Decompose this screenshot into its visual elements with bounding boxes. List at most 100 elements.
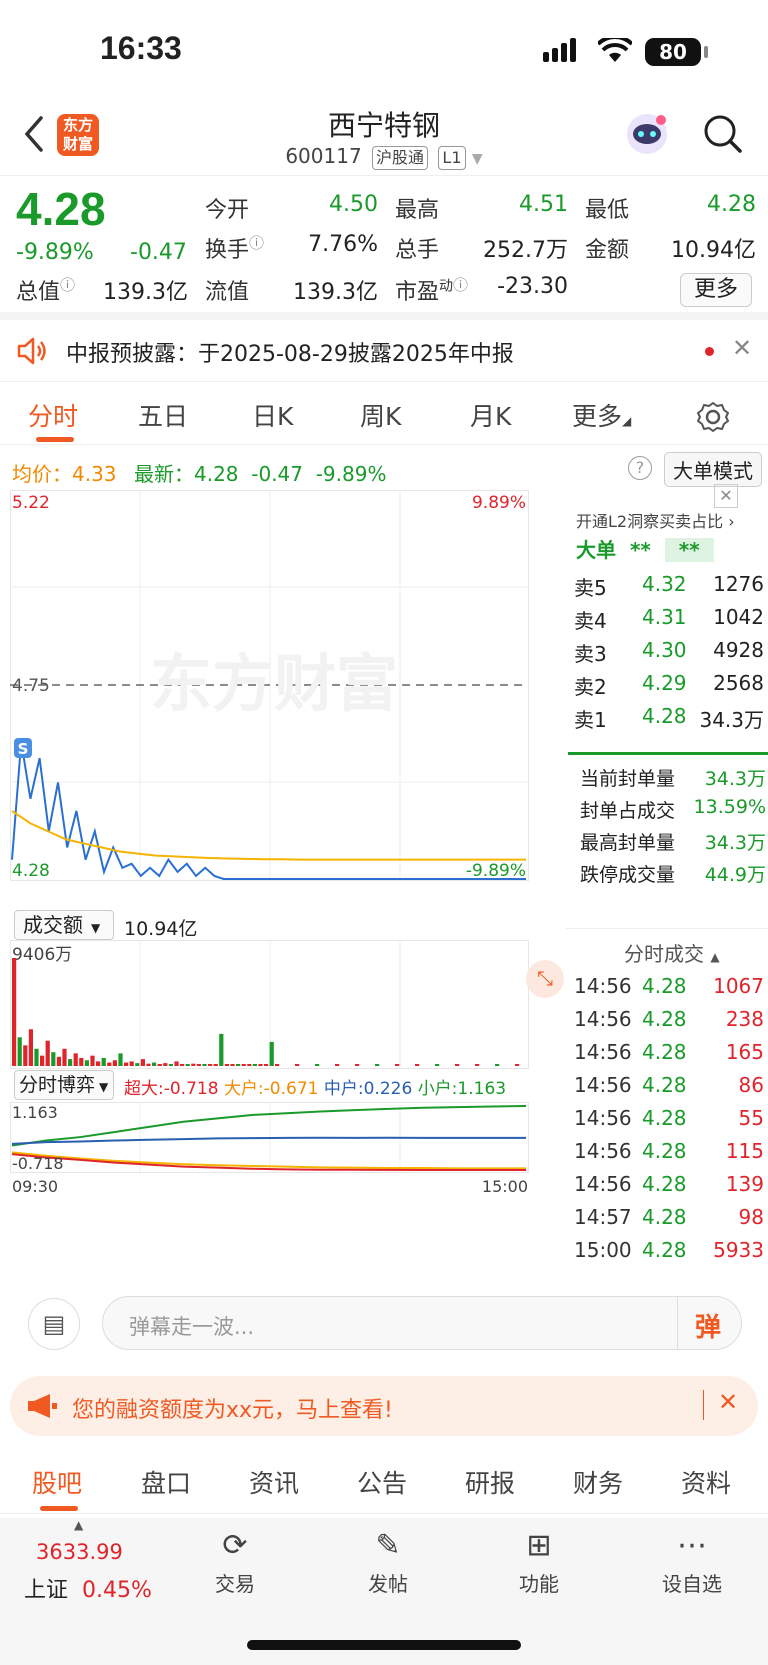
tab-weekly-k[interactable]: 周K bbox=[360, 397, 401, 433]
info-icon[interactable]: ⓘ bbox=[60, 276, 75, 294]
tab-announcements[interactable]: 公告 bbox=[357, 1464, 407, 1500]
axis-bottom-label: 4.28 bbox=[12, 861, 50, 881]
big-order-row: 大单 ** ** bbox=[576, 534, 714, 563]
volume-bar bbox=[140, 1059, 145, 1066]
price-chart[interactable]: 东方财富5.224.754.289.89%-9.89%S bbox=[10, 490, 563, 910]
status-bar: 16:33 80 bbox=[0, 0, 768, 100]
stat-value: 34.3万 bbox=[704, 768, 766, 790]
volume-bar bbox=[236, 1064, 241, 1066]
low-value: 4.28 bbox=[707, 192, 756, 217]
add-watchlist-button[interactable]: ⋯ 设自选 bbox=[637, 1528, 747, 1597]
trade-price: 4.28 bbox=[642, 1238, 687, 1262]
dropdown-icon[interactable]: ▼ bbox=[472, 151, 483, 167]
trades-title[interactable]: 分时成交 ▲ bbox=[624, 938, 720, 967]
index-value[interactable]: 3633.99 bbox=[36, 1540, 123, 1564]
pe-label: 市盈动ⓘ bbox=[395, 276, 469, 305]
search-icon[interactable] bbox=[703, 114, 743, 154]
volume-bar bbox=[196, 1064, 201, 1066]
volume-max-label: 9406万 bbox=[12, 945, 72, 965]
tab-profile[interactable]: 资料 bbox=[681, 1464, 731, 1500]
settings-icon[interactable] bbox=[697, 401, 729, 433]
earnings-notice[interactable]: 中报预披露：于2025-08-29披露2025年中报 ✕ bbox=[0, 320, 768, 382]
functions-button[interactable]: ⊞ 功能 bbox=[484, 1528, 594, 1597]
tab-financials[interactable]: 财务 bbox=[573, 1464, 623, 1500]
amount-label: 金额 bbox=[585, 238, 630, 263]
close-icon[interactable]: ✕ bbox=[732, 334, 752, 362]
volume-bar bbox=[455, 1064, 460, 1066]
index-row[interactable]: 上证 0.45% bbox=[24, 1572, 152, 1604]
trade-time: 14:56 bbox=[574, 1172, 632, 1196]
more-dots-icon: ⋯ bbox=[677, 1528, 707, 1563]
more-quote-button[interactable]: 更多 bbox=[680, 273, 752, 307]
banner-close-icon[interactable]: ✕ bbox=[718, 1388, 738, 1416]
info-icon[interactable]: ⓘ bbox=[249, 234, 264, 252]
trade-volume: 165 bbox=[725, 1040, 764, 1064]
tab-forum[interactable]: 股吧 bbox=[32, 1464, 82, 1500]
tab-daily-k[interactable]: 日K bbox=[252, 397, 293, 433]
volume-bar bbox=[264, 1064, 269, 1066]
volume-bar bbox=[224, 1064, 229, 1066]
trade-price: 4.28 bbox=[642, 1073, 687, 1097]
trade-volume: 86 bbox=[738, 1073, 764, 1097]
volume-bar bbox=[135, 1063, 140, 1066]
flow-selector[interactable]: 分时博弈 ▼ bbox=[14, 1070, 114, 1100]
post-button[interactable]: ✎ 发帖 bbox=[333, 1528, 443, 1597]
tab-intraday[interactable]: 分时 bbox=[28, 397, 78, 433]
big-order-mode-button[interactable]: 大单模式 bbox=[664, 452, 762, 487]
stat-label: 当前封单量 bbox=[580, 768, 676, 790]
danmu-settings-icon[interactable]: ▤ bbox=[28, 1298, 80, 1350]
current-price: 4.28 bbox=[16, 183, 106, 235]
high-label: 最高 bbox=[395, 198, 440, 223]
side-close-icon[interactable]: ✕ bbox=[714, 484, 738, 508]
volume-bar bbox=[124, 1062, 129, 1066]
volume-chart[interactable]: 9406万 bbox=[10, 940, 563, 1070]
tab-more[interactable]: 更多◢ bbox=[572, 397, 631, 433]
volume-bar bbox=[84, 1060, 89, 1066]
ask-label: 卖2 bbox=[574, 675, 607, 699]
expand-icon[interactable]: ⤡ bbox=[526, 960, 564, 998]
trade-button[interactable]: ⟳ 交易 bbox=[180, 1528, 290, 1597]
trade-price: 4.28 bbox=[642, 974, 687, 998]
latest-price: 最新：4.28 -0.47 -9.89% bbox=[134, 462, 387, 486]
info-icon[interactable]: ⓘ bbox=[453, 276, 468, 294]
robot-assistant-icon[interactable] bbox=[625, 112, 669, 156]
ask-row: 卖5 4.32 1276 bbox=[566, 568, 768, 601]
volume-bar bbox=[241, 1064, 246, 1066]
trade-volume: 115 bbox=[725, 1139, 764, 1163]
mid-flow-line bbox=[11, 1136, 526, 1145]
volume-bar bbox=[355, 1064, 360, 1066]
quote-panel: 4.28 -9.89% -0.47 今开 4.50 最高 4.51 最低 4.2… bbox=[0, 178, 768, 320]
stat-value: 13.59% bbox=[693, 796, 766, 818]
trade-volume: 139 bbox=[725, 1172, 764, 1196]
tab-research[interactable]: 研报 bbox=[465, 1464, 515, 1500]
danmu-send-button[interactable]: 弹 bbox=[695, 1307, 721, 1344]
trade-time: 14:56 bbox=[574, 1073, 632, 1097]
float-label: 流值 bbox=[205, 280, 250, 305]
limit-stat-row: 封单占成交 13.59% bbox=[566, 792, 768, 825]
volume-bar bbox=[375, 1064, 380, 1066]
tab-monthly-k[interactable]: 月K bbox=[470, 397, 511, 433]
help-icon[interactable]: ? bbox=[628, 456, 652, 480]
danmu-input[interactable]: 弹幕走一波... 弹 bbox=[102, 1296, 742, 1350]
ask-volume: 1276 bbox=[713, 572, 764, 596]
l2-promo[interactable]: 开通L2洞察买卖占比 › bbox=[576, 508, 735, 532]
status-time: 16:33 bbox=[100, 30, 182, 66]
divider bbox=[566, 928, 768, 929]
ask-row: 卖1 4.28 34.3万 bbox=[566, 700, 768, 733]
subtab-indicator bbox=[40, 1506, 78, 1511]
volume-selector[interactable]: 成交额 ▼ bbox=[14, 910, 114, 940]
ask-volume: 4928 bbox=[713, 638, 764, 662]
trade-row: 14:56 4.28 86 bbox=[566, 1069, 768, 1102]
volume-bar bbox=[275, 1064, 280, 1066]
tab-news[interactable]: 资讯 bbox=[249, 1464, 299, 1500]
tab-five-day[interactable]: 五日 bbox=[138, 397, 188, 433]
margin-banner[interactable]: 您的融资额度为xx元，马上查看! ✕ bbox=[10, 1376, 758, 1436]
flow-top-label: 1.163 bbox=[12, 1103, 58, 1122]
flow-chart[interactable]: 1.163 -0.718 09:30 15:00 bbox=[10, 1102, 563, 1195]
volume-bar bbox=[335, 1064, 340, 1066]
trade-price: 4.28 bbox=[642, 1139, 687, 1163]
volume-bar bbox=[79, 1057, 84, 1066]
tab-orderbook[interactable]: 盘口 bbox=[141, 1464, 191, 1500]
chart-area[interactable]: 东方财富 5.22 4.75 4.28 9.89% -9.89% S 成交额 ▼ 10.94亿… bbox=[10, 490, 564, 1195]
battery-indicator: 80 bbox=[645, 38, 708, 66]
